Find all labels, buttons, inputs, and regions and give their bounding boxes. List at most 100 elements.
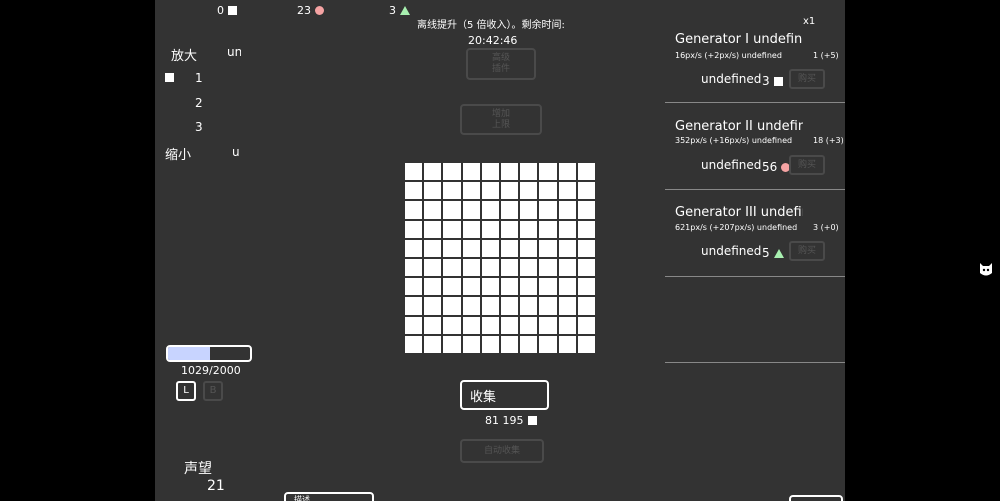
pixel-cell[interactable] (405, 163, 423, 181)
pixel-cell[interactable] (558, 239, 576, 257)
pixel-cell[interactable] (577, 201, 595, 219)
pixel-cell[interactable] (577, 182, 595, 200)
pixel-cell[interactable] (558, 220, 576, 238)
pixel-cell[interactable] (558, 316, 576, 334)
zoom-out-button[interactable]: 缩小 (165, 144, 191, 163)
pixel-cell[interactable] (462, 201, 480, 219)
pixel-cell[interactable] (501, 316, 519, 334)
pixel-cell[interactable] (405, 201, 423, 219)
pixel-cell[interactable] (424, 259, 442, 277)
pixel-cell[interactable] (558, 163, 576, 181)
pixel-cell[interactable] (577, 259, 595, 277)
pixel-cell[interactable] (558, 335, 576, 353)
pixel-cell[interactable] (501, 239, 519, 257)
upgrade-button[interactable]: 描述 (284, 492, 374, 501)
pixel-cell[interactable] (405, 278, 423, 296)
pixel-cell[interactable] (481, 297, 499, 315)
pixel-cell[interactable] (577, 297, 595, 315)
pixel-cell[interactable] (539, 278, 557, 296)
buy-button[interactable]: 购买 (789, 69, 825, 89)
pixel-cell[interactable] (424, 201, 442, 219)
pixel-cell[interactable] (539, 220, 557, 238)
pixel-cell[interactable] (443, 239, 461, 257)
pixel-cell[interactable] (520, 316, 538, 334)
buy-button[interactable]: 购买 (789, 155, 825, 175)
pixel-cell[interactable] (462, 220, 480, 238)
pixel-cell[interactable] (520, 259, 538, 277)
buy-button[interactable]: 购买 (789, 241, 825, 261)
pixel-cell[interactable] (405, 239, 423, 257)
layer-button-b[interactable]: B (203, 381, 223, 401)
pixel-cell[interactable] (443, 163, 461, 181)
advanced-plugin-button[interactable]: 高级 插件 (466, 48, 536, 80)
pixel-cell[interactable] (481, 182, 499, 200)
pixel-cell[interactable] (462, 163, 480, 181)
zoom-option-1[interactable]: 1 (195, 71, 203, 85)
pixel-cell[interactable] (405, 220, 423, 238)
pixel-cell[interactable] (424, 297, 442, 315)
pixel-cell[interactable] (462, 239, 480, 257)
pixel-cell[interactable] (577, 278, 595, 296)
pixel-cell[interactable] (424, 278, 442, 296)
pixel-cell[interactable] (501, 163, 519, 181)
pixel-cell[interactable] (501, 182, 519, 200)
pixel-cell[interactable] (558, 201, 576, 219)
pixel-cell[interactable] (481, 220, 499, 238)
pixel-cell[interactable] (501, 201, 519, 219)
pixel-cell[interactable] (462, 335, 480, 353)
pixel-cell[interactable] (539, 182, 557, 200)
pixel-cell[interactable] (462, 316, 480, 334)
pixel-cell[interactable] (501, 297, 519, 315)
pixel-cell[interactable] (424, 316, 442, 334)
pixel-cell[interactable] (424, 182, 442, 200)
pixel-cell[interactable] (481, 316, 499, 334)
pixel-cell[interactable] (443, 220, 461, 238)
zoom-option-3[interactable]: 3 (195, 120, 203, 134)
pixel-cell[interactable] (520, 163, 538, 181)
pixel-cell[interactable] (501, 278, 519, 296)
pixel-cell[interactable] (405, 182, 423, 200)
pixel-cell[interactable] (443, 335, 461, 353)
pixel-cell[interactable] (424, 239, 442, 257)
auto-collect-button[interactable]: 自动收集 (460, 439, 544, 463)
pixel-cell[interactable] (558, 259, 576, 277)
pixel-cell[interactable] (520, 182, 538, 200)
pixel-cell[interactable] (462, 278, 480, 296)
pixel-cell[interactable] (558, 297, 576, 315)
pixel-cell[interactable] (520, 239, 538, 257)
pixel-cell[interactable] (520, 335, 538, 353)
pixel-cell[interactable] (577, 316, 595, 334)
pixel-cell[interactable] (481, 259, 499, 277)
pixel-cell[interactable] (462, 297, 480, 315)
pixel-cell[interactable] (539, 163, 557, 181)
pixel-cell[interactable] (539, 239, 557, 257)
pixel-cell[interactable] (539, 259, 557, 277)
pixel-cell[interactable] (462, 182, 480, 200)
pixel-cell[interactable] (558, 182, 576, 200)
increase-cap-button[interactable]: 增加 上限 (460, 104, 542, 135)
pixel-cell[interactable] (481, 163, 499, 181)
pixel-cell[interactable] (443, 201, 461, 219)
pixel-cell[interactable] (539, 201, 557, 219)
pixel-cell[interactable] (443, 182, 461, 200)
pixel-cell[interactable] (424, 335, 442, 353)
pixel-cell[interactable] (539, 316, 557, 334)
pixel-cell[interactable] (501, 220, 519, 238)
pixel-cell[interactable] (443, 259, 461, 277)
pixel-cell[interactable] (405, 259, 423, 277)
collect-button[interactable]: 收集 (460, 380, 549, 410)
pixel-cell[interactable] (443, 278, 461, 296)
pixel-cell[interactable] (539, 297, 557, 315)
pixel-cell[interactable] (443, 297, 461, 315)
pixel-cell[interactable] (501, 259, 519, 277)
pixel-cell[interactable] (577, 220, 595, 238)
pixel-cell[interactable] (577, 335, 595, 353)
pixel-cell[interactable] (405, 316, 423, 334)
pixel-cell[interactable] (462, 259, 480, 277)
zoom-option-2[interactable]: 2 (195, 96, 203, 110)
pixel-cell[interactable] (405, 335, 423, 353)
pixel-cell[interactable] (520, 297, 538, 315)
pixel-cell[interactable] (443, 316, 461, 334)
pixel-cell[interactable] (501, 335, 519, 353)
layer-button-l[interactable]: L (176, 381, 196, 401)
